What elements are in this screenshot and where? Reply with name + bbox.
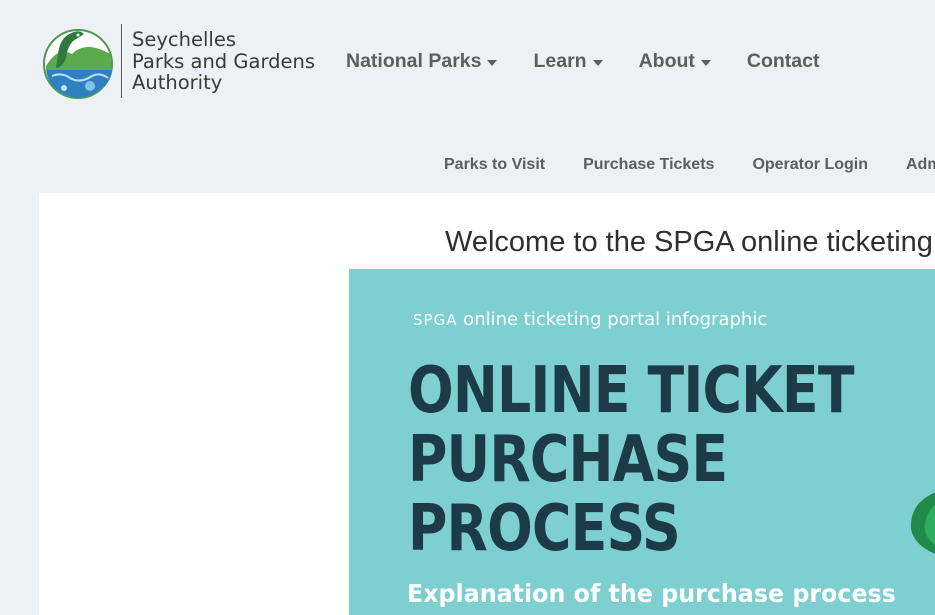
sub-nav: Parks to Visit Purchase Tickets Operator… <box>444 156 935 174</box>
infographic-title-line-3: PROCESS <box>408 492 681 566</box>
nav-national-parks[interactable]: National Parks <box>346 50 498 73</box>
nav-learn-label: Learn <box>533 50 587 72</box>
logo-text[interactable]: Seychelles Parks and Gardens Authority <box>132 29 315 94</box>
logo-line-2: Parks and Gardens <box>132 49 316 73</box>
nav-national-parks-label: National Parks <box>346 50 482 72</box>
subnav-operator-login[interactable]: Operator Login <box>752 156 868 174</box>
nav-learn[interactable]: Learn <box>533 50 603 73</box>
infographic-subtitle: SPGA online ticketing portal infographic <box>413 309 767 330</box>
subnav-parks-to-visit[interactable]: Parks to Visit <box>444 156 545 174</box>
subnav-purchase-tickets[interactable]: Purchase Tickets <box>583 156 714 174</box>
infographic-title: ONLINE TICKET PURCHASE PROCESS <box>408 357 854 564</box>
welcome-heading: Welcome to the SPGA online ticketing <box>445 226 933 258</box>
infographic-image: SPGA online ticketing portal infographic… <box>349 269 935 615</box>
logo-line-3: Authority <box>132 71 223 94</box>
chevron-down-icon <box>487 59 498 66</box>
infographic-title-line-2: PURCHASE <box>408 423 728 497</box>
logo-line-1: Seychelles <box>132 28 236 51</box>
logo-divider <box>121 24 122 98</box>
infographic-explanation: Explanation of the purchase process <box>407 579 896 608</box>
nav-about-label: About <box>638 50 695 72</box>
nav-contact[interactable]: Contact <box>747 50 820 73</box>
spga-logo-icon[interactable] <box>38 24 118 100</box>
chevron-down-icon <box>592 59 603 66</box>
infographic-title-line-1: ONLINE TICKET <box>408 354 854 428</box>
infographic-subtitle-abbr: SPGA <box>413 311 458 329</box>
chevron-down-icon <box>700 59 711 66</box>
infographic-subtitle-rest: online ticketing portal infographic <box>457 309 768 330</box>
leaf-icon <box>910 492 935 554</box>
main-nav: National Parks Learn About Contact <box>346 50 856 73</box>
nav-about[interactable]: About <box>639 50 711 73</box>
subnav-admin[interactable]: Adm <box>906 156 935 174</box>
nav-contact-label: Contact <box>746 50 820 72</box>
